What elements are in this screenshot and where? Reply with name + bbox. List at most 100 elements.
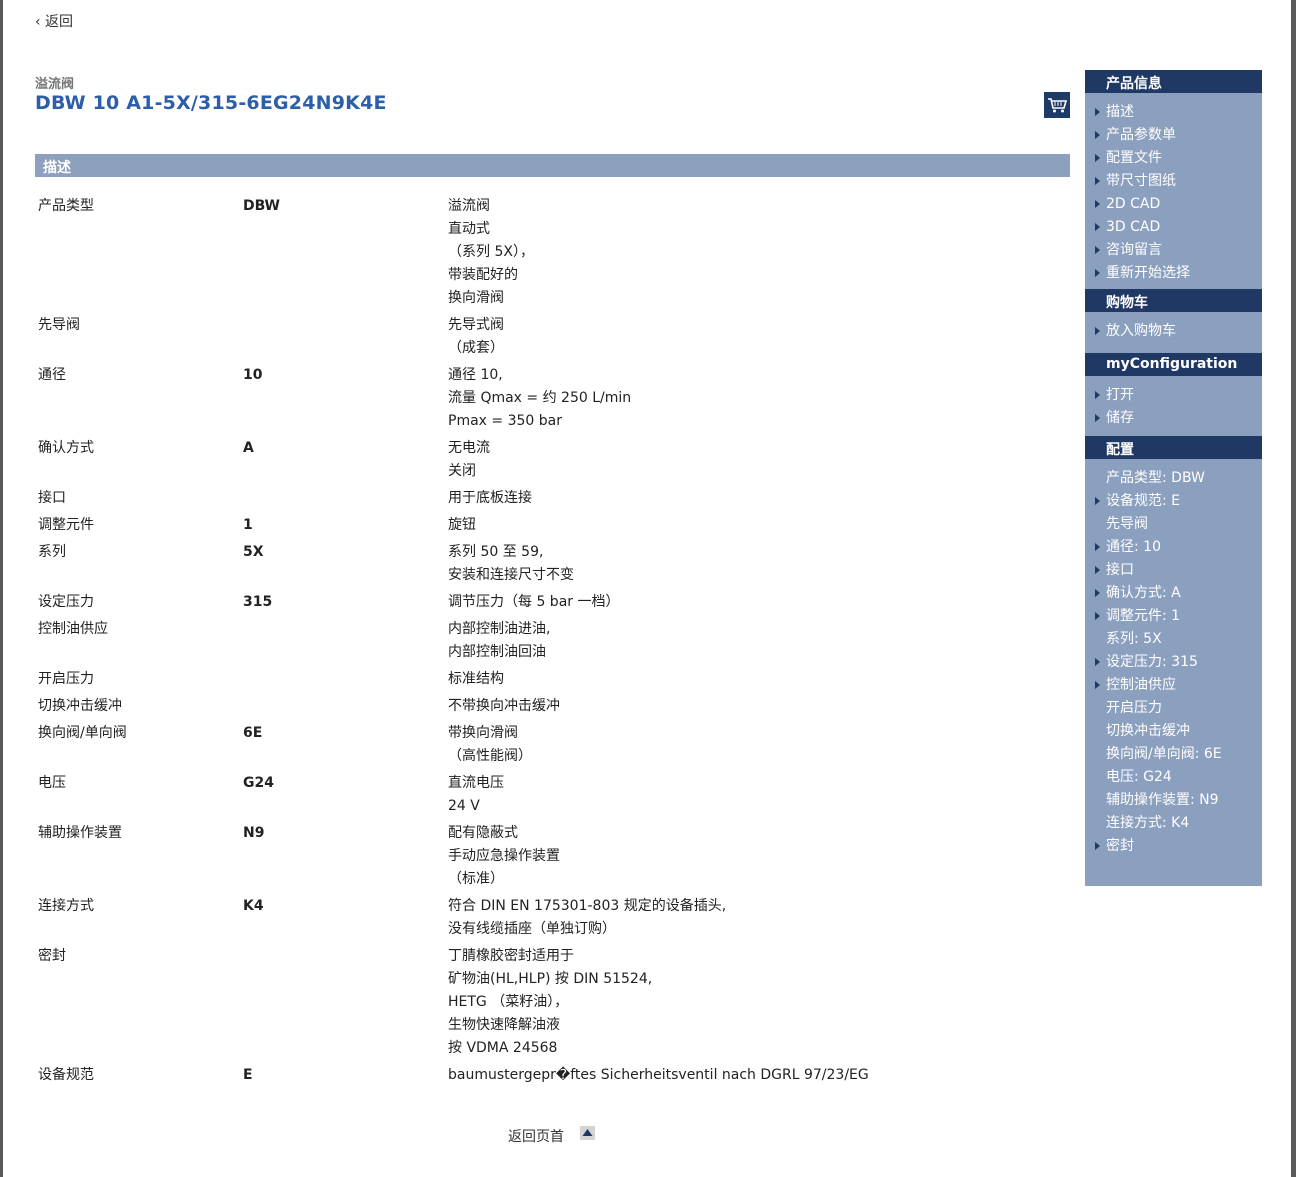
back-to-top-link[interactable]: 返回页首 — [508, 1126, 564, 1146]
description-line: 带装配好的 — [448, 267, 518, 283]
description-line: 系列 50 至 59, — [448, 544, 544, 560]
arrow-up-icon[interactable] — [580, 1126, 595, 1140]
sidebar-item-product-info[interactable]: 描述 — [1085, 101, 1262, 124]
arrow-right-icon — [1095, 543, 1100, 551]
arrow-right-icon — [1095, 131, 1100, 139]
row-description: 无电流 关闭 — [448, 437, 1068, 483]
row-name: 先导阀 — [38, 317, 80, 333]
sidebar-item-product-info[interactable]: 重新开始选择 — [1085, 262, 1262, 285]
arrow-right-icon — [1095, 681, 1100, 689]
row-description: 不带换向冲击缓冲 — [448, 695, 1068, 718]
arrow-right-icon — [1095, 842, 1100, 850]
sidebar-item-product-info[interactable]: 咨询留言 — [1085, 239, 1262, 262]
arrow-right-icon — [1095, 658, 1100, 666]
sidebar-item-label: 配置文件 — [1106, 150, 1162, 166]
description-line: baumustergepr�ftes Sicherheitsventil nac… — [448, 1067, 869, 1083]
description-line: 无电流 — [448, 440, 490, 456]
row-name: 接口 — [38, 490, 66, 506]
arrow-right-icon — [1095, 200, 1100, 208]
sidebar-item-configuration: 先导阀 — [1085, 513, 1262, 536]
arrow-right-icon — [1095, 391, 1100, 399]
arrow-right-icon — [1095, 497, 1100, 505]
description-line: 直流电压 — [448, 775, 504, 791]
sidebar: 产品信息描述产品参数单配置文件带尺寸图纸 2D CAD 3D CAD 咨询留言重新开始… — [1085, 70, 1262, 886]
sidebar-item-label: 接口 — [1106, 562, 1134, 578]
sidebar-item-configuration[interactable]: 设定压力: 315 — [1085, 651, 1262, 674]
sidebar-item-product-info[interactable]: 产品参数单 — [1085, 124, 1262, 147]
sidebar-item-configuration[interactable]: 调整元件: 1 — [1085, 605, 1262, 628]
sidebar-item-label: 先导阀 — [1106, 516, 1148, 532]
arrow-right-icon — [1095, 414, 1100, 422]
sidebar-item-configuration[interactable]: 通径: 10 — [1085, 536, 1262, 559]
row-description: 直流电压 24 V — [448, 772, 1068, 818]
row-name: 切换冲击缓冲 — [38, 698, 122, 714]
sidebar-item-configuration: 产品类型: DBW — [1085, 467, 1262, 490]
sidebar-item-label: 开启压力 — [1106, 700, 1162, 716]
description-line: 调节压力（每 5 bar 一档） — [448, 594, 620, 610]
row-name: 系列 — [38, 544, 66, 560]
description-line: 丁腈橡胶密封适用于 — [448, 948, 574, 964]
sidebar-item-label: 重新开始选择 — [1106, 265, 1190, 281]
row-description: 溢流阀 直动式 （系列 5X）， 带装配好的 换向滑阀 — [448, 195, 1068, 310]
description-line: 换向滑阀 — [448, 290, 504, 306]
row-name: 控制油供应 — [38, 621, 108, 637]
description-line: 带换向滑阀 — [448, 725, 518, 741]
sidebar-item-configuration[interactable]: 密封 — [1085, 835, 1262, 858]
description-line: 先导式阀 — [448, 317, 504, 333]
arrow-right-icon — [1095, 269, 1100, 277]
sidebar-item-product-info[interactable]: 带尺寸图纸 — [1085, 170, 1262, 193]
description-line: HETG （菜籽油）， — [448, 994, 569, 1010]
sidebar-item-product-info[interactable]: 2D CAD — [1085, 193, 1262, 216]
arrow-right-icon — [1095, 566, 1100, 574]
sidebar-item-configuration: 系列: 5X — [1085, 628, 1262, 651]
sidebar-item-add-to-cart[interactable]: 放入购物车 — [1085, 320, 1262, 343]
product-category: 溢流阀 — [35, 77, 75, 92]
sidebar-item-configuration: 电压: G24 — [1085, 766, 1262, 789]
sidebar-item-myconfiguration[interactable]: 打开 — [1085, 384, 1262, 407]
sidebar-item-label: 产品参数单 — [1106, 127, 1176, 143]
sidebar-item-configuration[interactable]: 接口 — [1085, 559, 1262, 582]
sidebar-item-configuration[interactable]: 控制油供应 — [1085, 674, 1262, 697]
description-line: 配有隐蔽式 — [448, 825, 518, 841]
row-name: 调整元件 — [38, 517, 94, 533]
row-description: 标准结构 — [448, 668, 1068, 691]
sidebar-item-product-info[interactable]: 3D CAD — [1085, 216, 1262, 239]
row-code: G24 — [243, 775, 274, 791]
row-name: 辅助操作装置 — [38, 825, 122, 841]
description-line: 旋钮 — [448, 517, 476, 533]
sidebar-item-configuration[interactable]: 确认方式: A — [1085, 582, 1262, 605]
description-line: 手动应急操作装置 — [448, 848, 560, 864]
row-code: 1 — [243, 517, 253, 533]
window-frame-left — [0, 0, 3, 1177]
sidebar-item-label: 确认方式: A — [1106, 585, 1181, 601]
description-line: 流量 Qmax = 约 250 L/min — [448, 390, 632, 406]
sidebar-item-label: 设备规范: E — [1106, 493, 1181, 509]
back-link[interactable]: ‹ 返回 — [35, 11, 73, 31]
window-frame-right — [1291, 0, 1296, 1177]
row-name: 通径 — [38, 367, 66, 383]
add-to-cart-icon[interactable] — [1044, 92, 1070, 118]
sidebar-item-label: 放入购物车 — [1106, 323, 1176, 339]
row-code: 315 — [243, 594, 273, 610]
sidebar-heading-label: 产品信息 — [1106, 76, 1162, 92]
sidebar-heading-label: 购物车 — [1106, 295, 1148, 311]
row-code: E — [243, 1067, 253, 1083]
description-line: 直动式 — [448, 221, 490, 237]
row-name: 换向阀/单向阀 — [38, 725, 127, 741]
sidebar-item-label: 2D CAD — [1106, 196, 1161, 212]
sidebar-item-myconfiguration[interactable]: 储存 — [1085, 407, 1262, 430]
sidebar-heading-configuration: 配置 — [1085, 436, 1262, 459]
row-name: 连接方式 — [38, 898, 94, 914]
sidebar-item-label: 产品类型: DBW — [1106, 470, 1205, 486]
sidebar-item-label: 通径: 10 — [1106, 539, 1161, 555]
description-line: 矿物油(HL,HLP) 按 DIN 51524, — [448, 971, 653, 987]
sidebar-item-configuration[interactable]: 设备规范: E — [1085, 490, 1262, 513]
sidebar-item-configuration: 连接方式: K4 — [1085, 812, 1262, 835]
sidebar-item-label: 打开 — [1106, 387, 1134, 403]
sidebar-item-product-info[interactable]: 配置文件 — [1085, 147, 1262, 170]
sidebar-item-label: 切换冲击缓冲 — [1106, 723, 1190, 739]
row-description: 带换向滑阀 （高性能阀） — [448, 722, 1068, 768]
arrow-right-icon — [1095, 177, 1100, 185]
row-code: 10 — [243, 367, 263, 383]
row-name: 开启压力 — [38, 671, 94, 687]
